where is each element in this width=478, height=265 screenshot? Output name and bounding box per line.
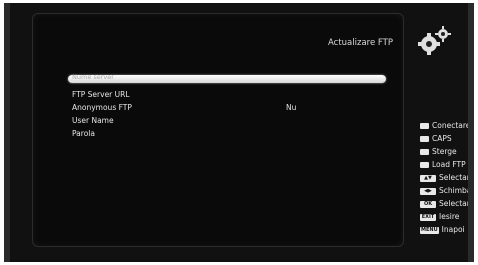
- field-label-anonymous-ftp[interactable]: Anonymous FTP: [72, 103, 132, 112]
- exit-key-icon: EXIT: [420, 213, 436, 221]
- help-item-select-ok: OK Selectare: [420, 199, 468, 208]
- help-item-delete: Sterge: [420, 147, 457, 156]
- help-item-load-ftp-upgrade: Load FTP Upgr: [420, 160, 468, 169]
- field-label-password[interactable]: Parola: [72, 129, 95, 138]
- field-label-user-name[interactable]: User Name: [72, 116, 114, 125]
- ok-key-icon: OK: [420, 200, 436, 208]
- help-item-back: MENU Inapoi: [420, 225, 465, 234]
- field-label-ftp-server-url[interactable]: FTP Server URL: [72, 90, 130, 99]
- green-key-icon: [420, 136, 429, 142]
- field-label-server-name[interactable]: Nume server: [72, 73, 114, 81]
- help-item-switch-frame: ◀▶Schimba cadru: [420, 186, 468, 195]
- help-item-connect: Conectare: [420, 121, 468, 130]
- up-down-key-icon: ▲▼: [420, 174, 436, 182]
- menu-key-icon: MENU: [420, 226, 439, 234]
- field-value-anonymous-ftp[interactable]: Nu: [286, 103, 296, 112]
- help-item-select-up-down: ▲▼ Selectare: [420, 173, 468, 182]
- yellow-key-icon: [420, 149, 429, 155]
- help-item-exit: EXIT Iesire: [420, 212, 460, 221]
- gears-icon: [418, 26, 451, 55]
- red-key-icon: [420, 123, 429, 129]
- blue-key-icon: [420, 162, 429, 168]
- selection-highlight: [68, 75, 386, 83]
- page-title: Actualizare FTP: [328, 38, 393, 48]
- left-right-key-icon: ◀▶: [420, 187, 436, 195]
- help-item-caps: CAPS: [420, 134, 452, 143]
- tv-screen: Actualizare FTP Nume server FTP Server U…: [4, 3, 474, 262]
